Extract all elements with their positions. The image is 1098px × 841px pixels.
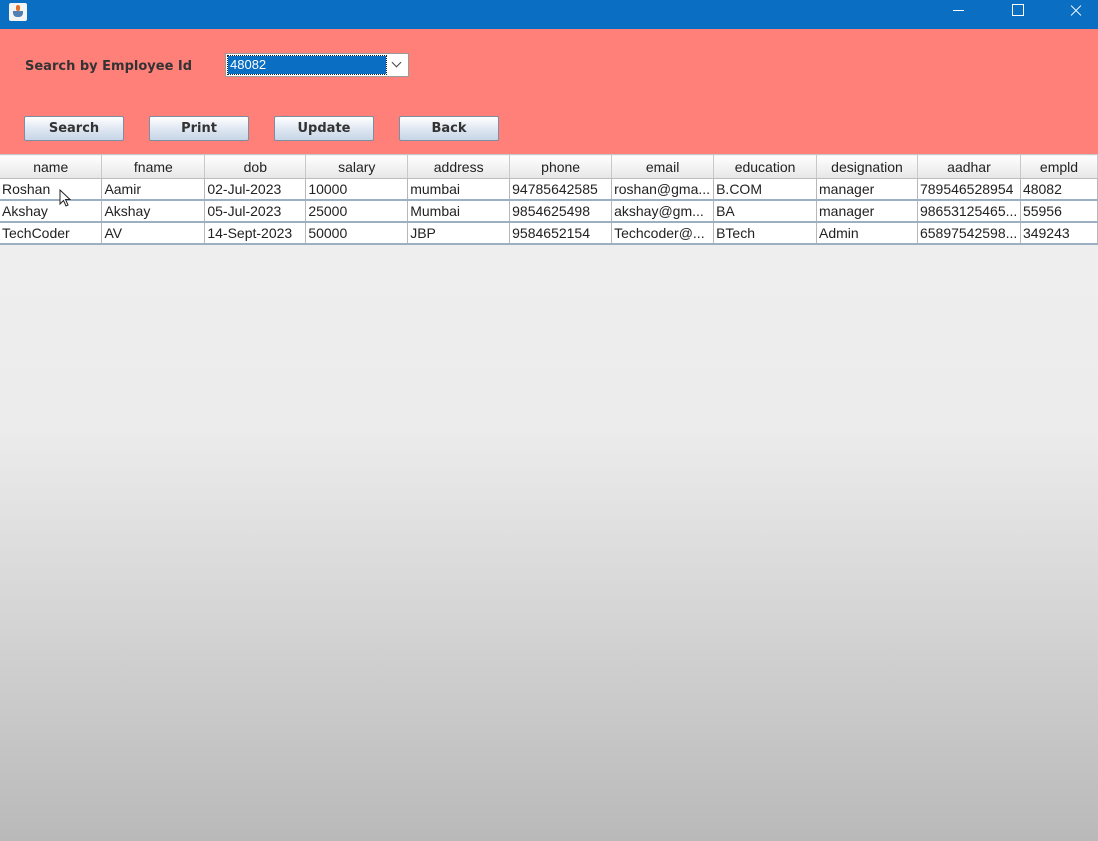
close-icon[interactable] (1047, 0, 1098, 29)
table-cell-designation[interactable]: manager (816, 200, 918, 223)
table-cell-address[interactable]: mumbai (407, 178, 511, 201)
table-cell-dob[interactable]: 14-Sept-2023 (204, 222, 307, 245)
table-cell-empld[interactable]: 349243 (1020, 222, 1098, 245)
search-label: Search by Employee Id (25, 59, 193, 74)
table-cell-education[interactable]: BTech (713, 222, 818, 245)
table-cell-name[interactable]: Akshay (0, 200, 103, 223)
java-cup-icon (9, 3, 27, 21)
table-cell-email[interactable]: roshan@gma... (611, 178, 715, 201)
table-cell-designation[interactable]: manager (816, 178, 918, 201)
table-cell-email[interactable]: akshay@gm... (611, 200, 715, 223)
employee-table-area: name fname dob salary address phone email educa… (0, 154, 1098, 841)
back-button[interactable]: Back (399, 116, 499, 141)
table-cell-phone[interactable]: 9584652154 (509, 222, 613, 245)
update-button[interactable]: Update (274, 116, 374, 141)
table-row[interactable]: Akshay Akshay 05-Jul-2023 25000 Mumbai 985462… (0, 200, 1098, 223)
table-cell-designation[interactable]: Admin (816, 222, 918, 245)
table-cell-salary[interactable]: 10000 (305, 178, 409, 201)
table-cell-education[interactable]: BA (713, 200, 818, 223)
column-header-email[interactable]: email (611, 154, 715, 179)
employee-id-dropdown[interactable]: 48082 (225, 53, 409, 77)
table-cell-name[interactable]: TechCoder (0, 222, 103, 245)
table-cell-fname[interactable]: AV (101, 222, 206, 245)
table-cell-fname[interactable]: Aamir (101, 178, 206, 201)
minimize-icon[interactable] (930, 0, 988, 29)
column-header-phone[interactable]: phone (509, 154, 613, 179)
table-header-row: name fname dob salary address phone email educa… (0, 154, 1098, 179)
table-row[interactable]: Roshan Aamir 02-Jul-2023 10000 mumbai 9478564… (0, 178, 1098, 201)
table-cell-dob[interactable]: 02-Jul-2023 (204, 178, 307, 201)
print-button[interactable]: Print (149, 116, 249, 141)
table-cell-address[interactable]: JBP (407, 222, 511, 245)
table-cell-education[interactable]: B.COM (713, 178, 818, 201)
employee-table: name fname dob salary address phone email educa… (0, 154, 1098, 245)
table-cell-aadhar[interactable]: 789546528954 (917, 178, 1021, 201)
table-cell-address[interactable]: Mumbai (407, 200, 511, 223)
table-cell-salary[interactable]: 50000 (305, 222, 409, 245)
search-button[interactable]: Search (24, 116, 124, 141)
column-header-aadhar[interactable]: aadhar (917, 154, 1021, 179)
column-header-address[interactable]: address (407, 154, 511, 179)
column-header-designation[interactable]: designation (816, 154, 918, 179)
table-cell-aadhar[interactable]: 98653125465... (917, 200, 1021, 223)
chevron-down-icon[interactable] (390, 58, 404, 72)
employee-id-selected: 48082 (227, 55, 387, 75)
table-cell-empld[interactable]: 48082 (1020, 178, 1098, 201)
column-header-name[interactable]: name (0, 154, 103, 179)
table-cell-dob[interactable]: 05-Jul-2023 (204, 200, 307, 223)
search-panel: Search by Employee Id 48082 Search Print… (0, 29, 1098, 154)
table-cell-empld[interactable]: 55956 (1020, 200, 1098, 223)
table-cell-email[interactable]: Techcoder@... (611, 222, 715, 245)
table-cell-aadhar[interactable]: 65897542598... (917, 222, 1021, 245)
table-cell-fname[interactable]: Akshay (101, 200, 206, 223)
table-cell-salary[interactable]: 25000 (305, 200, 409, 223)
column-header-empld[interactable]: empld (1020, 154, 1098, 179)
column-header-dob[interactable]: dob (204, 154, 307, 179)
column-header-education[interactable]: education (713, 154, 818, 179)
table-cell-name[interactable]: Roshan (0, 178, 103, 201)
table-row[interactable]: TechCoder AV 14-Sept-2023 50000 JBP 958465215… (0, 222, 1098, 245)
maximize-icon[interactable] (988, 0, 1046, 29)
table-cell-phone[interactable]: 9854625498 (509, 200, 613, 223)
table-cell-phone[interactable]: 94785642585 (509, 178, 613, 201)
column-header-salary[interactable]: salary (305, 154, 409, 179)
title-bar (0, 0, 1098, 29)
column-header-fname[interactable]: fname (101, 154, 206, 179)
